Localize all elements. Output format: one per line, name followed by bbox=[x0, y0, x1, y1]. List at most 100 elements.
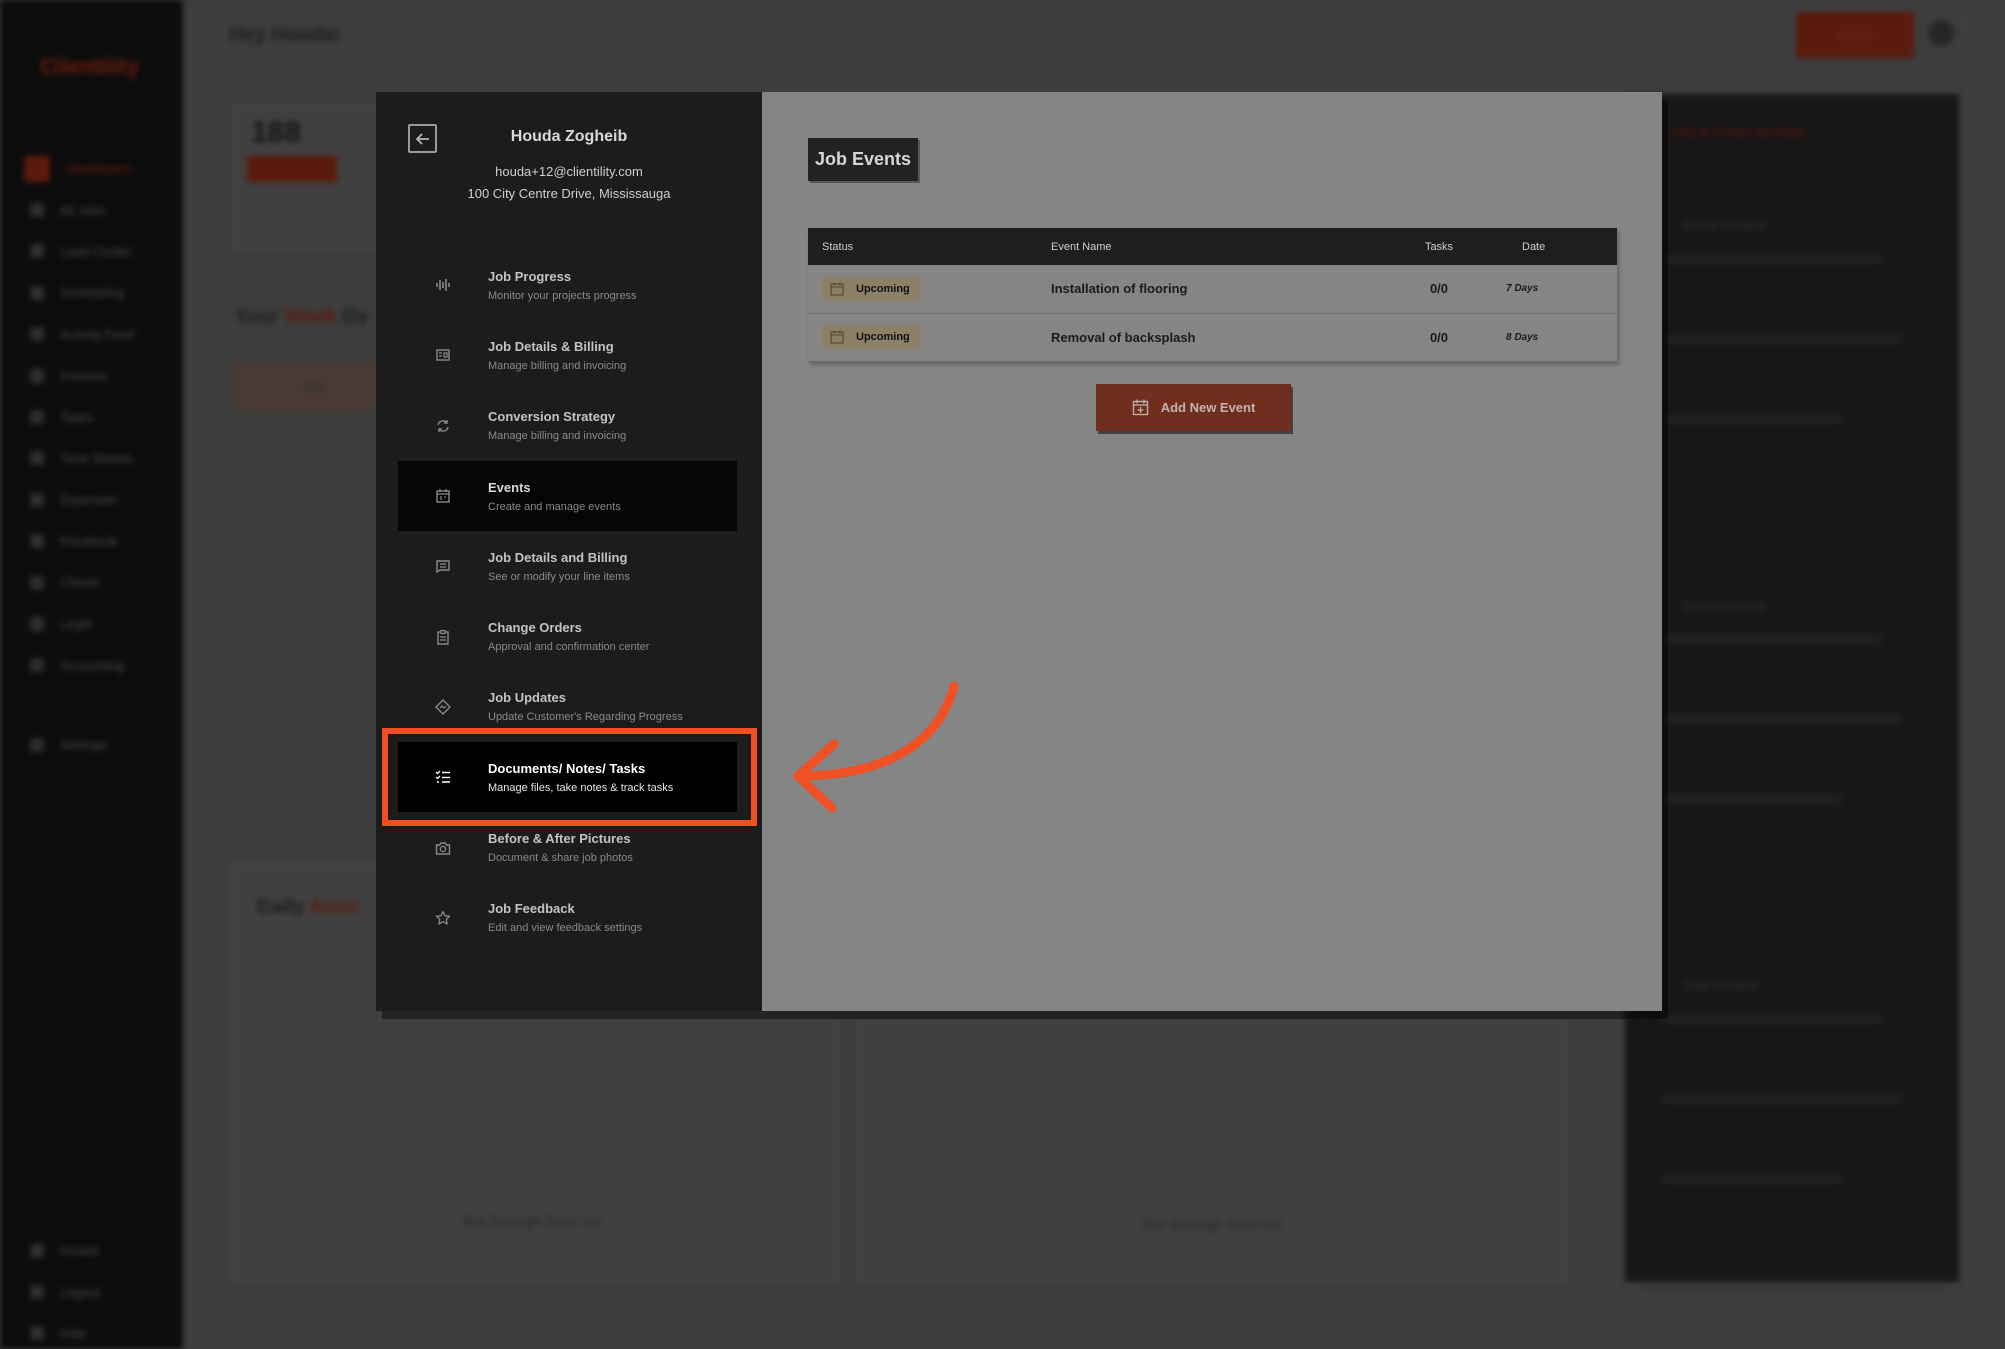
feed-title: Job & Event Activity bbox=[1671, 124, 1806, 140]
overview-heading: Your Week Ov bbox=[235, 306, 369, 328]
menu-item-title: Change Orders bbox=[488, 620, 582, 636]
menu-item-job-details-billing[interactable]: Job Details & Billing Manage billing and … bbox=[398, 320, 737, 390]
menu-item-subtitle: Manage billing and invoicing bbox=[488, 430, 627, 443]
billing-icon bbox=[398, 347, 488, 363]
menu-item-job-progress[interactable]: Job Progress Monitor your projects progre… bbox=[398, 250, 737, 320]
add-new-event-label: Add New Event bbox=[1160, 400, 1256, 415]
events-content: Job Events Status Event Name Tasks Date … bbox=[762, 92, 1662, 1011]
table-row[interactable]: Upcoming Removal of backsplash 0/0 8 Day… bbox=[808, 313, 1617, 361]
menu-item-documents-notes-tasks[interactable]: Documents/ Notes/ Tasks Manage files, tak… bbox=[398, 742, 737, 813]
menu-item-subtitle: Update Customer's Regarding Progress bbox=[488, 711, 683, 724]
menu-item-title: Job Details and Billing bbox=[488, 549, 628, 565]
job-modal: Houda Zogheib houda+12@clientility.com 1… bbox=[376, 92, 1662, 1011]
menu-item-change-orders[interactable]: Change Orders Approval and confirmation c… bbox=[398, 601, 737, 671]
pointer-arrow-icon bbox=[793, 681, 959, 813]
menu-item-subtitle: Manage billing and invoicing bbox=[488, 359, 627, 372]
column-header-status: Status bbox=[822, 240, 854, 253]
menu-item-events[interactable]: Events Create and manage events bbox=[398, 460, 737, 532]
event-name: Removal of backsplash bbox=[1051, 329, 1196, 345]
menu-item-title: Job Details & Billing bbox=[488, 338, 614, 354]
client-name: Houda Zogheib bbox=[510, 128, 628, 145]
stat-card: 188 bbox=[233, 106, 383, 252]
menu-item-subtitle: Manage files, take notes & track tasks bbox=[488, 781, 674, 794]
stat-value: 188 bbox=[251, 116, 302, 149]
nav-item-clients: Clients bbox=[30, 562, 170, 603]
menu-item-subtitle: Approval and confirmation center bbox=[488, 641, 650, 654]
menu-item-title: Job Updates bbox=[488, 690, 567, 706]
feed-card: Task Created bbox=[1643, 944, 1943, 1289]
nav-item-legal: Legal bbox=[30, 603, 170, 644]
page-title: Job Events bbox=[808, 138, 918, 181]
column-header-event-name: Event Name bbox=[1051, 240, 1112, 253]
menu-item-before-after-pictures[interactable]: Before & After Pictures Document & share … bbox=[398, 812, 737, 882]
notification-count: 1 bbox=[1963, 18, 1970, 30]
client-email: houda+12@clientility.com bbox=[495, 164, 643, 179]
job-side-panel: Houda Zogheib houda+12@clientility.com 1… bbox=[376, 92, 762, 1011]
checklist-icon bbox=[398, 769, 488, 785]
calendar-icon bbox=[830, 282, 844, 296]
nav-item-all-jobs: All Jobs bbox=[30, 189, 170, 230]
calendar-icon bbox=[398, 488, 488, 504]
client-address: 100 City Centre Drive, Mississauga bbox=[467, 186, 671, 201]
app-bottom-nav: Houda Logout Hide bbox=[30, 1230, 170, 1349]
progress-icon bbox=[398, 277, 488, 293]
table-header-row: Status Event Name Tasks Date bbox=[808, 228, 1617, 265]
nav-item-activity-feed: Activity Feed bbox=[30, 314, 170, 355]
nav-item-time-sheets: Time Sheets bbox=[30, 438, 170, 479]
nav-item-dashboard: Dashboard bbox=[24, 148, 170, 189]
menu-item-subtitle: See or modify your line items bbox=[488, 570, 630, 583]
refresh-icon bbox=[398, 418, 488, 434]
event-date: 7 Days bbox=[1506, 283, 1539, 295]
column-header-date: Date bbox=[1522, 240, 1546, 253]
nav-item-invoices: Invoices bbox=[30, 355, 170, 396]
event-tasks: 0/0 bbox=[1429, 281, 1449, 297]
calendar-icon bbox=[830, 330, 844, 344]
menu-item-job-updates[interactable]: Job Updates Update Customer's Regarding P… bbox=[398, 672, 737, 742]
menu-item-title: Documents/ Notes/ Tasks bbox=[488, 760, 646, 776]
diamond-icon bbox=[398, 698, 488, 715]
status-badge: Upcoming bbox=[822, 276, 920, 301]
menu-item-title: Conversion Strategy bbox=[488, 409, 616, 425]
empty-chart-message: Not Enough Data Yet bbox=[1143, 1216, 1282, 1232]
table-row[interactable]: Upcoming Installation of flooring 0/0 7 … bbox=[808, 265, 1617, 313]
camera-icon bbox=[398, 840, 488, 856]
star-icon bbox=[398, 910, 488, 926]
stat-tag bbox=[247, 156, 337, 182]
event-button: Event bbox=[1796, 12, 1914, 58]
menu-item-title: Job Feedback bbox=[488, 901, 575, 917]
menu-item-job-feedback[interactable]: Job Feedback Edit and view feedback setti… bbox=[398, 883, 737, 953]
job-menu: Job Progress Monitor your projects progre… bbox=[398, 250, 737, 953]
feed-card: Event Created bbox=[1643, 184, 1943, 529]
empty-chart-message: Not Enough Data Yet bbox=[463, 1213, 602, 1229]
menu-item-subtitle: Edit and view feedback settings bbox=[488, 922, 643, 935]
bell-icon bbox=[1928, 20, 1954, 46]
nav-item-accounting: Accounting bbox=[30, 645, 170, 686]
nav-item-logout: Logout bbox=[30, 1271, 170, 1312]
menu-item-line-items[interactable]: Job Details and Billing See or modify you… bbox=[398, 531, 737, 601]
nav-item-pricebook: Pricebook bbox=[30, 521, 170, 562]
second-chart-card bbox=[857, 1018, 1567, 1283]
menu-item-conversion-strategy[interactable]: Conversion Strategy Manage billing and in… bbox=[398, 391, 737, 461]
nav-item-lead-center: Lead Center bbox=[30, 231, 170, 272]
app-sidebar: Clientility Dashboard All Jobs Lead Cent… bbox=[0, 0, 183, 1349]
activity-feed: Job & Event Activity Event Created Event… bbox=[1625, 94, 1959, 1289]
menu-item-title: Job Progress bbox=[488, 268, 572, 284]
nav-item-settings: Settings bbox=[30, 724, 170, 765]
nav-item-tasks: Tasks bbox=[30, 396, 170, 437]
nav-item-scheduling: Scheduling bbox=[30, 272, 170, 313]
event-tasks: 0/0 bbox=[1429, 329, 1449, 345]
menu-item-title: Events bbox=[488, 479, 531, 495]
events-table: Status Event Name Tasks Date Upcoming In… bbox=[808, 228, 1617, 362]
event-date: 8 Days bbox=[1506, 331, 1539, 343]
event-name: Installation of flooring bbox=[1051, 281, 1188, 297]
nav-item-hide: Hide bbox=[30, 1313, 170, 1349]
column-header-tasks: Tasks bbox=[1424, 240, 1454, 253]
message-icon bbox=[398, 558, 488, 574]
status-badge: Upcoming bbox=[822, 325, 920, 349]
add-new-event-button[interactable]: Add New Event bbox=[1096, 384, 1291, 431]
calendar-plus-icon bbox=[1132, 399, 1148, 416]
greeting: Hey Houda! bbox=[229, 24, 341, 46]
feed-card: Event Created bbox=[1643, 564, 1943, 909]
app-nav: Dashboard All Jobs Lead Center Schedulin… bbox=[24, 148, 170, 765]
daily-heading: Daily Acco bbox=[257, 896, 359, 918]
